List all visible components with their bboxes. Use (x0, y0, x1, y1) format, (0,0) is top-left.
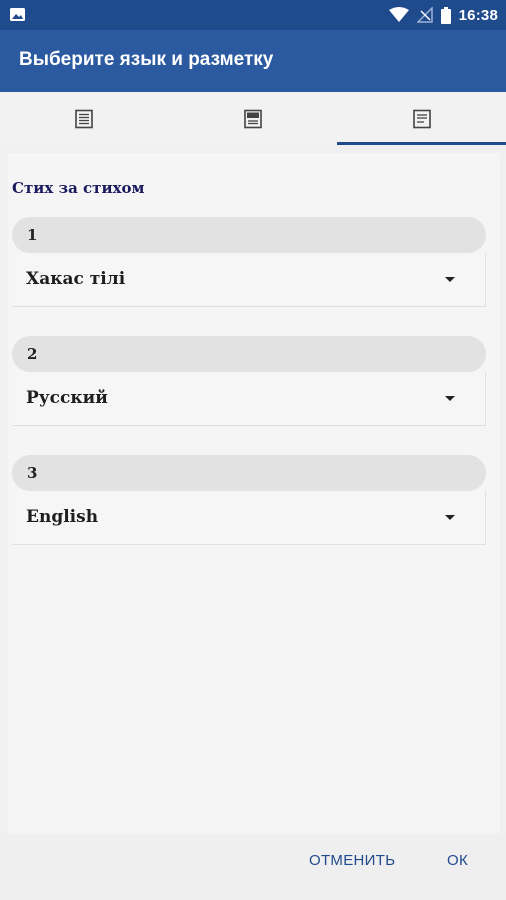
language-dropdown-1[interactable]: Хакас тілі (12, 253, 486, 307)
signal-icon (416, 7, 433, 23)
tab-verse-by-verse[interactable] (337, 92, 506, 145)
dropdown-arrow-icon (445, 396, 455, 401)
tab-single-page[interactable] (0, 92, 169, 145)
dialog-body: Стих за стихом 1 Хакас тілі 2 Русский 3 … (0, 145, 506, 835)
layout-tab-bar (0, 92, 506, 145)
split-page-icon (244, 109, 262, 128)
slot-3-label: 3 (12, 455, 486, 491)
app-bar: Выберите язык и разметку (0, 30, 506, 92)
selected-language: English (26, 507, 99, 527)
tab-split-page[interactable] (169, 92, 338, 145)
single-page-icon (75, 109, 94, 128)
cancel-button[interactable]: ОТМЕНИТЬ (309, 852, 395, 869)
slot-number: 2 (27, 345, 38, 363)
section-title: Стих за стихом (12, 179, 145, 197)
selected-language: Русский (26, 388, 108, 408)
slot-1-label: 1 (12, 217, 486, 253)
slot-number: 3 (27, 464, 38, 482)
wifi-icon (388, 7, 409, 22)
page-title: Выберите язык и разметку (19, 49, 274, 70)
verse-by-verse-icon (412, 109, 431, 128)
slot-number: 1 (27, 226, 38, 244)
language-dropdown-2[interactable]: Русский (12, 372, 486, 426)
battery-icon (440, 6, 451, 24)
status-icons: 16:38 (388, 0, 498, 30)
slot-2-label: 2 (12, 336, 486, 372)
dropdown-arrow-icon (445, 515, 455, 520)
language-dropdown-3[interactable]: English (12, 491, 486, 545)
ok-button[interactable]: ОК (447, 852, 468, 869)
status-time: 16:38 (458, 6, 498, 24)
language-panel: Стих за стихом 1 Хакас тілі 2 Русский 3 … (8, 153, 500, 833)
image-icon (10, 8, 25, 21)
selected-language: Хакас тілі (26, 269, 126, 289)
dropdown-arrow-icon (445, 277, 455, 282)
dialog-actions: ОТМЕНИТЬ ОК (0, 835, 506, 900)
status-bar: 16:38 (0, 0, 506, 30)
